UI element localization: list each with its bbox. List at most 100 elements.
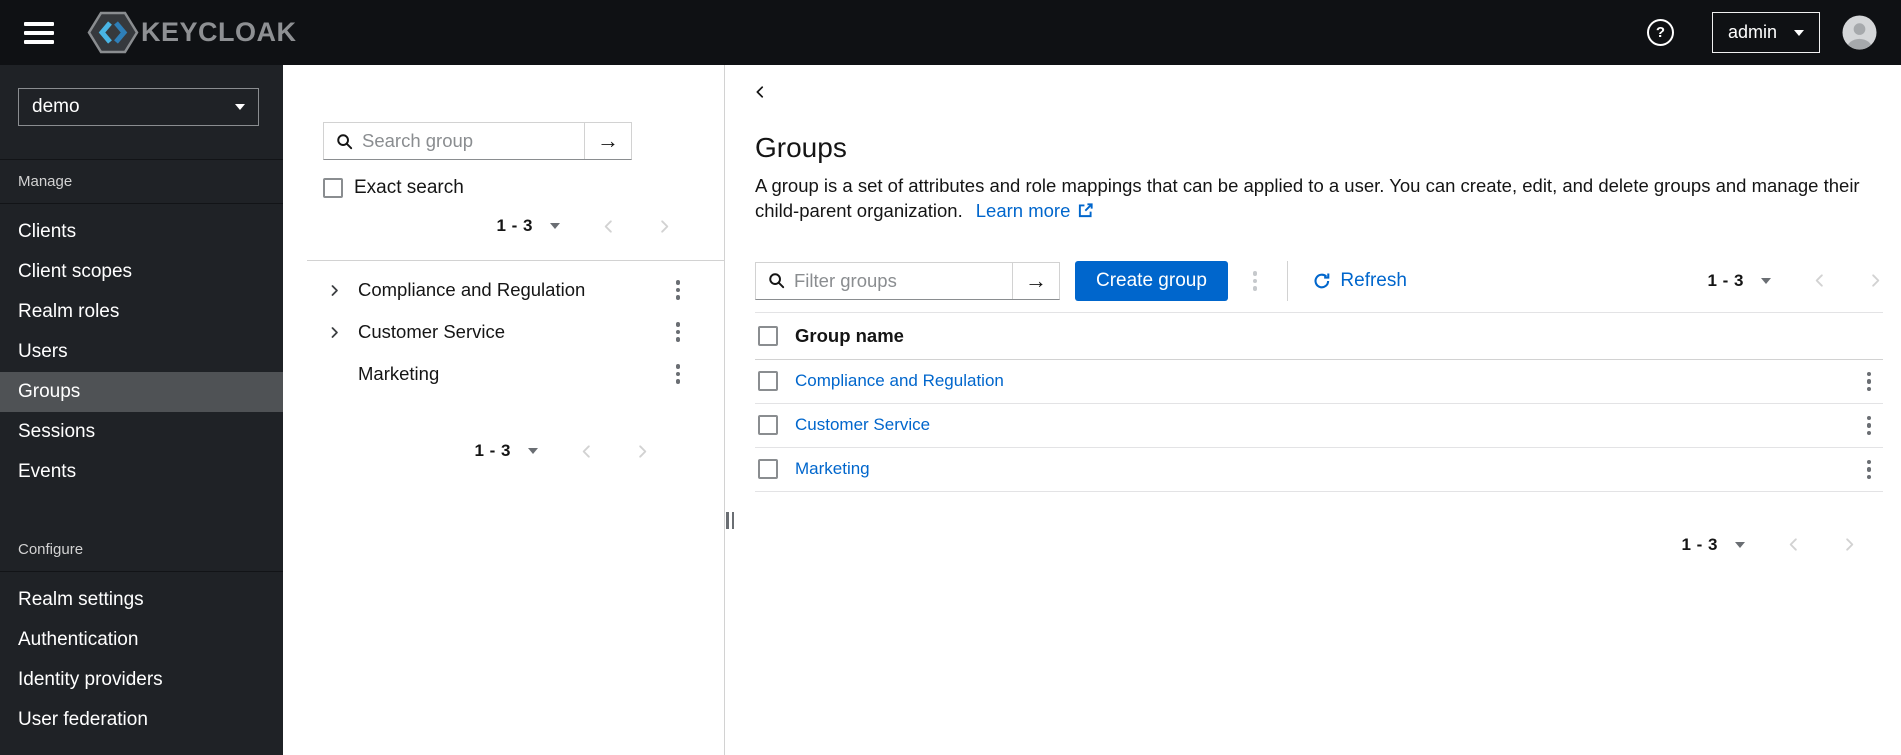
masthead: KEYCLOAK ? admin [0,0,1901,65]
table-row: Marketing [755,448,1883,492]
group-tree-panel: → Exact search 1 - 3 [283,65,725,755]
pagination-next-button[interactable] [1842,537,1857,552]
table-row: Customer Service [755,404,1883,448]
realm-selector-value: demo [32,96,80,117]
row-kebab-menu-icon[interactable] [1861,455,1878,485]
brand-text: KEYCLOAK [141,17,297,47]
pagination-next-button[interactable] [635,444,650,459]
sidebar-item-users[interactable]: Users [0,332,283,372]
global-nav-toggle-button[interactable] [24,21,54,44]
row-checkbox[interactable] [758,371,778,392]
page-title: Groups [755,132,847,163]
filter-groups-box: → [755,261,1060,300]
pagination-prev-button[interactable] [579,444,594,459]
row-kebab-menu-icon[interactable] [1861,411,1878,441]
pagination-next-button[interactable] [657,219,672,234]
refresh-button[interactable]: Refresh [1313,270,1407,292]
sidebar-item-sessions[interactable]: Sessions [0,412,283,452]
pagination-range: 1 - 3 [1681,534,1718,554]
refresh-label: Refresh [1340,269,1407,291]
row-kebab-menu-icon[interactable] [1861,367,1878,397]
create-group-button[interactable]: Create group [1075,260,1228,301]
sidebar-item-groups[interactable]: Groups [0,372,283,412]
collapse-drawer-chevron-left-icon[interactable] [753,85,767,99]
group-search-submit-button[interactable]: → [584,123,631,159]
nav-section-configure: Configure [0,528,283,572]
group-search-input[interactable] [362,130,576,152]
chevron-down-icon [1735,541,1745,548]
manage-nav-list: Clients Client scopes Realm roles Users … [0,204,283,492]
pagination-prev-button[interactable] [1786,537,1801,552]
panel-resize-handle[interactable] [726,512,734,529]
group-link[interactable]: Marketing [795,459,870,479]
help-icon[interactable]: ? [1646,19,1674,46]
sidebar-item-events[interactable]: Events [0,452,283,492]
sidebar-item-identity-providers[interactable]: Identity providers [0,660,283,700]
row-checkbox[interactable] [758,415,778,436]
search-icon [768,272,785,289]
row-checkbox[interactable] [758,459,778,480]
exact-search-row: Exact search [323,177,724,199]
group-tree-list: Compliance and Regulation Customer Servi… [283,261,724,395]
sidebar-item-realm-settings[interactable]: Realm settings [0,580,283,620]
expand-chevron-icon[interactable] [327,326,341,339]
keycloak-logo: KEYCLOAK [87,10,297,55]
filter-groups-submit-button[interactable]: → [1012,262,1059,299]
group-link[interactable]: Compliance and Regulation [795,371,1004,391]
nav-section-manage: Manage [0,159,283,204]
pagination-prev-button[interactable] [601,219,616,234]
toolbar-divider [1287,260,1289,301]
page-description-text: A group is a set of attributes and role … [755,175,1860,221]
pagination-range-toggle[interactable]: 1 - 3 [496,216,560,236]
learn-more-label: Learn more [975,199,1071,221]
table-header-row: Group name [755,311,1883,360]
pagination-range-toggle[interactable]: 1 - 3 [1707,271,1771,291]
exact-search-checkbox[interactable] [323,178,343,198]
group-link[interactable]: Customer Service [795,415,930,435]
kebab-menu-icon[interactable] [670,275,687,305]
arrow-right-icon: → [597,128,619,153]
expand-chevron-icon[interactable] [327,284,341,297]
tree-item: Marketing [283,353,724,395]
kebab-menu-icon[interactable] [670,317,687,347]
table-row: Compliance and Regulation [755,360,1883,404]
learn-more-link[interactable]: Learn more [976,200,1095,221]
filter-groups-input[interactable] [794,269,1004,292]
groups-table: Group name Compliance and Regulation Cus… [755,311,1883,492]
pagination-range-toggle[interactable]: 1 - 3 [474,441,538,461]
page-description: A group is a set of attributes and role … [755,174,1880,224]
main-panel: Groups A group is a set of attributes an… [725,65,1901,755]
column-header-group-name: Group name [795,324,904,346]
kebab-menu-icon[interactable] [670,359,687,389]
user-menu-dropdown[interactable]: admin [1711,12,1820,53]
arrow-right-icon: → [1025,267,1047,293]
avatar[interactable] [1842,15,1877,50]
sidebar-item-user-federation[interactable]: User federation [0,700,283,740]
tree-pagination-top: 1 - 3 [283,216,724,236]
help-glyph: ? [1655,24,1666,41]
sidebar-nav: demo Manage Clients Client scopes Realm … [0,65,283,755]
chevron-down-icon [235,104,245,110]
toolbar-kebab-menu-icon[interactable] [1247,266,1264,296]
realm-selector[interactable]: demo [18,88,259,126]
sidebar-item-client-scopes[interactable]: Client scopes [0,252,283,292]
pagination-range-toggle[interactable]: 1 - 3 [1681,535,1745,555]
refresh-icon [1313,272,1331,290]
chevron-down-icon [528,448,538,454]
tree-item-label[interactable]: Marketing [358,363,439,385]
keycloak-hexagon-icon [87,10,139,55]
select-all-checkbox[interactable] [758,325,778,346]
groups-toolbar: → Create group Refresh 1 - 3 [755,260,1883,301]
tree-item-label[interactable]: Customer Service [358,321,505,343]
user-menu-label: admin [1727,22,1777,42]
tree-item-label[interactable]: Compliance and Regulation [358,279,585,301]
sidebar-item-realm-roles[interactable]: Realm roles [0,292,283,332]
chevron-down-icon [1794,29,1804,36]
sidebar-item-clients[interactable]: Clients [0,212,283,252]
tree-item: Compliance and Regulation [283,269,724,311]
pagination-range: 1 - 3 [496,216,533,235]
pagination-prev-button[interactable] [1812,273,1827,288]
tree-item: Customer Service [283,311,724,353]
pagination-next-button[interactable] [1868,273,1883,288]
sidebar-item-authentication[interactable]: Authentication [0,620,283,660]
